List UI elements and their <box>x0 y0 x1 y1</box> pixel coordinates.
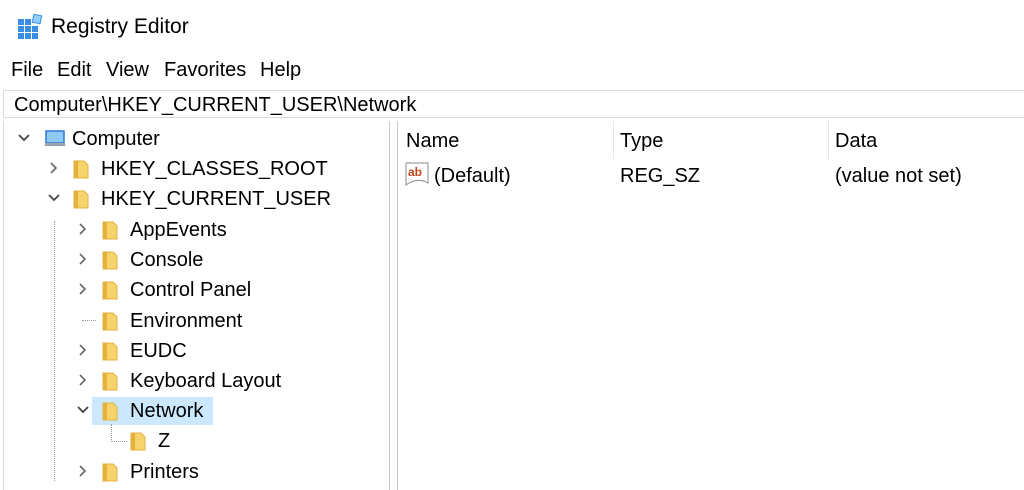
tree-label: HKEY_CURRENT_USER <box>101 188 332 210</box>
chevron-down-icon[interactable] <box>76 403 90 417</box>
menu-bar: File Edit View Favorites Help <box>0 55 1024 85</box>
tree-item-environment[interactable]: Environment <box>4 307 384 335</box>
column-divider[interactable] <box>828 121 829 159</box>
chevron-right-icon[interactable] <box>47 161 61 175</box>
values-list-pane[interactable]: Name Type Data ab (Default) REG_SZ (valu… <box>398 121 1024 490</box>
string-value-icon: ab <box>405 162 429 186</box>
tree-label: EUDC <box>130 340 187 362</box>
chevron-down-icon[interactable] <box>17 131 31 145</box>
chevron-right-icon[interactable] <box>76 252 90 266</box>
window-title: Registry Editor <box>51 15 189 38</box>
menu-help[interactable]: Help <box>260 58 301 82</box>
folder-icon <box>102 312 118 331</box>
column-divider[interactable] <box>613 121 614 159</box>
tree-item-appevents[interactable]: AppEvents <box>4 216 384 244</box>
tree-label: HKEY_CLASSES_ROOT <box>101 158 328 180</box>
folder-icon <box>102 281 118 300</box>
tree-label: Control Panel <box>130 279 252 301</box>
folder-icon <box>73 190 89 209</box>
pane-splitter[interactable] <box>389 121 398 490</box>
tree-label: Printers <box>130 461 199 483</box>
chevron-right-icon[interactable] <box>76 343 90 357</box>
tree-label: Network <box>130 400 204 422</box>
menu-file[interactable]: File <box>11 58 43 82</box>
folder-icon <box>102 372 118 391</box>
column-header-name[interactable]: Name <box>406 129 459 153</box>
chevron-down-icon[interactable] <box>47 191 61 205</box>
address-path[interactable]: Computer\HKEY_CURRENT_USER\Network <box>14 93 416 117</box>
tree-item-z[interactable]: Z <box>4 427 384 455</box>
tree-item-network[interactable]: Network <box>4 397 384 425</box>
svg-text:ab: ab <box>408 165 422 179</box>
folder-icon <box>130 432 146 451</box>
tree-label: Computer <box>72 128 160 150</box>
folder-icon <box>102 221 118 240</box>
tree-label: Keyboard Layout <box>130 370 282 392</box>
column-header-data[interactable]: Data <box>835 129 877 153</box>
title-bar: Registry Editor <box>0 0 1024 52</box>
registry-editor-icon <box>18 14 43 39</box>
tree-label: AppEvents <box>130 219 227 241</box>
chevron-right-icon[interactable] <box>76 464 90 478</box>
tree-item-printers[interactable]: Printers <box>4 458 384 486</box>
tree-item-hkey-classes-root[interactable]: HKEY_CLASSES_ROOT <box>4 155 384 183</box>
tree-item-eudc[interactable]: EUDC <box>4 337 384 365</box>
tree-pane[interactable]: Computer HKEY_CLASSES_ROOT HKEY_CURRENT_… <box>3 121 390 490</box>
menu-view[interactable]: View <box>106 58 149 82</box>
folder-icon <box>102 342 118 361</box>
column-header-type[interactable]: Type <box>620 129 663 153</box>
menu-edit[interactable]: Edit <box>57 58 91 82</box>
tree-label: Z <box>158 430 171 452</box>
tree-label: Console <box>130 249 204 271</box>
value-data: (value not set) <box>835 165 962 187</box>
tree-item-keyboard-layout[interactable]: Keyboard Layout <box>4 367 384 395</box>
tree-label: Environment <box>130 310 243 332</box>
address-bar[interactable]: Computer\HKEY_CURRENT_USER\Network <box>3 90 1024 118</box>
chevron-right-icon[interactable] <box>76 222 90 236</box>
chevron-right-icon[interactable] <box>76 373 90 387</box>
folder-open-icon <box>102 402 118 421</box>
menu-favorites[interactable]: Favorites <box>164 58 246 82</box>
chevron-right-icon[interactable] <box>76 282 90 296</box>
folder-icon <box>102 463 118 482</box>
tree-item-console[interactable]: Console <box>4 246 384 274</box>
value-name: (Default) <box>434 165 511 187</box>
tree-item-control-panel[interactable]: Control Panel <box>4 276 384 304</box>
value-type: REG_SZ <box>620 165 701 187</box>
tree-item-computer[interactable]: Computer <box>4 125 384 153</box>
folder-icon <box>73 160 89 179</box>
folder-icon <box>102 251 118 270</box>
tree-item-hkey-current-user[interactable]: HKEY_CURRENT_USER <box>4 185 384 213</box>
computer-icon <box>44 130 66 146</box>
